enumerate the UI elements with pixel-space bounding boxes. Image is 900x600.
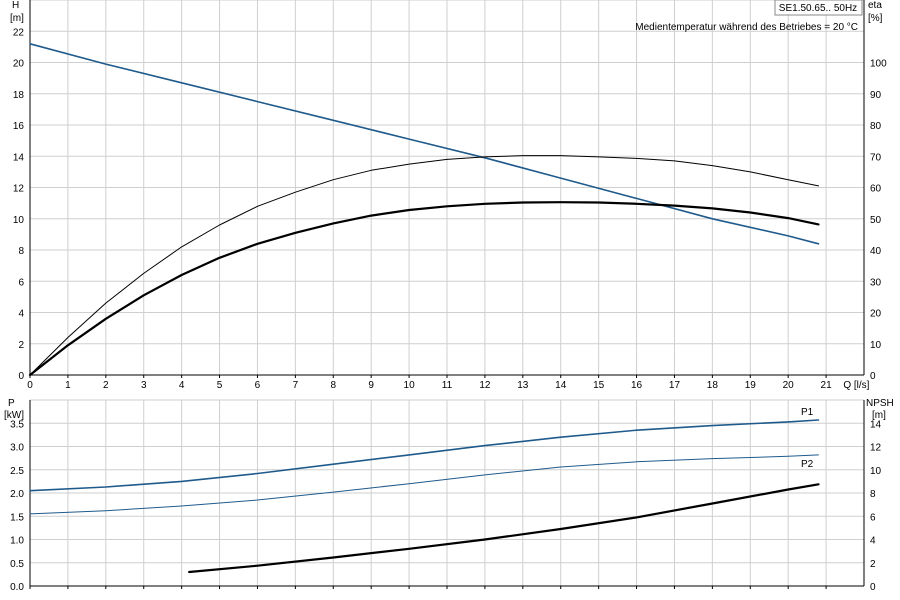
y-left-tick-label: 2	[18, 340, 24, 351]
chart-svg: 0 1 2 3 4 5 6 7 8 9 10 11 12 13 14 15 16 17 18 19 20 21 Q [l/s…	[4, 0, 894, 593]
y-right-tick-label: 50	[870, 215, 882, 226]
y-right-label: eta	[868, 0, 882, 11]
y-left-unit: [m]	[10, 13, 24, 24]
y-right-tick-label: 60	[870, 184, 882, 195]
y-left-tick-label: 14	[13, 152, 25, 163]
y-left-tick-label: 4	[18, 309, 24, 320]
y-right-tick-label-bottom: 10	[870, 466, 882, 477]
series-line-H	[29, 43, 820, 245]
power-axis-label: P	[8, 398, 15, 409]
x-tick-label: 4	[179, 380, 185, 391]
x-tick-label: 3	[141, 380, 147, 391]
series-line-eta	[29, 155, 819, 376]
power-axis-unit: [kW]	[4, 410, 24, 421]
series-label-p1: P1	[801, 407, 814, 418]
series-line-eta-bold	[28, 201, 820, 377]
y-right-tick-label: 80	[870, 121, 882, 132]
y-left-tick-label: 0	[18, 371, 24, 382]
x-tick-label: 14	[555, 380, 567, 391]
y-left-label: H	[12, 0, 19, 11]
x-tick-label: 15	[593, 380, 605, 391]
y-left-tick-label: 8	[18, 246, 24, 257]
y-left-tick-label: 16	[13, 121, 25, 132]
x-tick-label: 21	[821, 380, 833, 391]
x-tick-label: 7	[293, 380, 299, 391]
y-left-tick-label: 6	[18, 277, 24, 288]
x-tick-label: 1	[65, 380, 71, 391]
x-tick-label: 5	[217, 380, 223, 391]
x-tick-label: 0	[27, 380, 33, 391]
x-tick-label: 12	[479, 380, 491, 391]
y-left-tick-label-bottom: 2.5	[10, 466, 24, 477]
x-tick-label: 11	[442, 380, 453, 391]
pump-curve-chart: 0 1 2 3 4 5 6 7 8 9 10 11 12 13 14 15 16 17 18 19 20 21 Q [l/s…	[0, 0, 900, 600]
series-line-P1	[29, 419, 820, 492]
y-right-tick-label: 100	[870, 59, 887, 70]
x-tick-label: 2	[103, 380, 109, 391]
y-right-tick-label-bottom: 2	[870, 559, 876, 570]
y-right-tick-label-bottom: 12	[870, 443, 882, 454]
x-tick-label: 18	[707, 380, 719, 391]
series-label-p2: P2	[801, 459, 814, 470]
y-left-tick-label-bottom: 1.0	[10, 536, 24, 547]
y-left-tick-label: 10	[13, 215, 25, 226]
y-left-tick-label: 18	[13, 90, 25, 101]
model-label: SE1.50.65.. 50Hz	[779, 3, 857, 14]
y-right-tick-label: 30	[870, 277, 882, 288]
y-left-tick-label: 12	[13, 184, 25, 195]
temperature-note: Medientemperatur während des Betriebes =…	[635, 22, 858, 33]
x-tick-label: 19	[745, 380, 757, 391]
y-right-tick-label: 10	[870, 340, 882, 351]
x-tick-label: 9	[368, 380, 374, 391]
y-left-tick-label: 22	[13, 27, 25, 38]
y-right-tick-label-bottom: 6	[870, 512, 876, 523]
x-tick-label: 17	[669, 380, 681, 391]
x-tick-label: 16	[631, 380, 643, 391]
y-left-tick-label: 20	[13, 59, 25, 70]
x-tick-label: 6	[255, 380, 261, 391]
y-right-tick-label: 70	[870, 152, 882, 163]
y-left-tick-label-bottom: 2.0	[10, 489, 24, 500]
x-tick-label: 20	[783, 380, 795, 391]
npsh-axis-unit: [m]	[872, 410, 886, 421]
y-right-unit: [%]	[868, 13, 883, 24]
y-right-tick-label: 0	[870, 371, 876, 382]
y-left-tick-label-bottom: 3.0	[10, 443, 24, 454]
y-right-tick-label-bottom: 8	[870, 489, 876, 500]
y-right-tick-label: 90	[870, 90, 882, 101]
y-left-tick-label-bottom: 0.5	[10, 559, 24, 570]
x-tick-label: 10	[404, 380, 416, 391]
y-left-tick-label-bottom: 0.0	[10, 582, 24, 593]
y-right-tick-label-bottom: 4	[870, 536, 876, 547]
x-axis-label: Q [l/s]	[843, 380, 869, 391]
y-right-tick-label: 40	[870, 246, 882, 257]
y-left-tick-label-bottom: 1.5	[10, 512, 24, 523]
x-tick-label: 13	[517, 380, 529, 391]
x-tick-label: 8	[330, 380, 336, 391]
npsh-axis-label: NPSH	[866, 398, 894, 409]
y-right-tick-label: 20	[870, 309, 882, 320]
y-right-tick-label-bottom: 0	[870, 582, 876, 593]
